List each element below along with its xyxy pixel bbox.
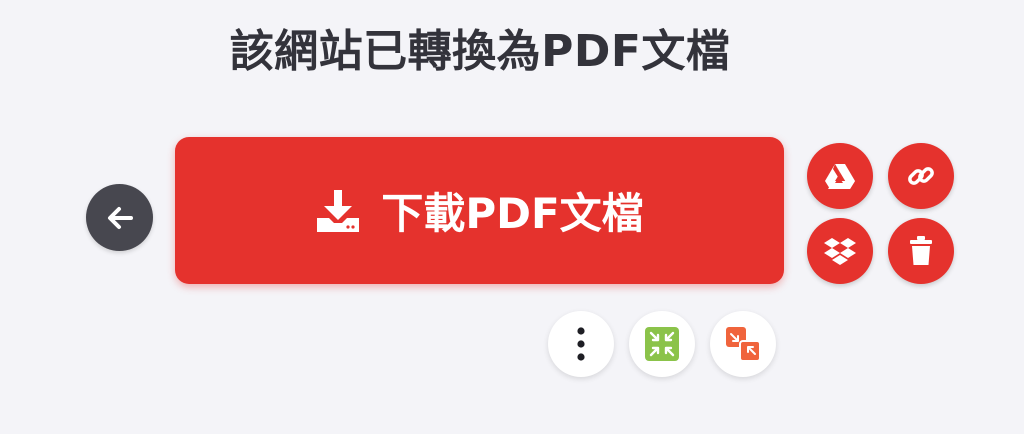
delete-button[interactable] — [888, 218, 954, 284]
download-pdf-label: 下載PDF文檔 — [381, 189, 644, 238]
convert-pdf-icon — [725, 326, 761, 362]
page-title: 該網站已轉換為PDF文檔 — [229, 26, 731, 77]
convert-pdf-button[interactable] — [710, 311, 776, 377]
result-page: 該網站已轉換為PDF文檔 下載PDF文檔 — [0, 0, 1024, 434]
save-to-dropbox-button[interactable] — [807, 218, 873, 284]
dropbox-icon — [824, 236, 856, 266]
more-options-button[interactable] — [548, 311, 614, 377]
trash-icon — [909, 236, 933, 266]
compress-pdf-button[interactable] — [629, 311, 695, 377]
more-vertical-icon — [576, 327, 586, 361]
link-icon — [906, 161, 936, 191]
back-button[interactable] — [86, 184, 153, 251]
copy-link-button[interactable] — [888, 143, 954, 209]
download-icon — [315, 188, 361, 234]
save-to-google-drive-button[interactable] — [807, 143, 873, 209]
compress-pdf-icon — [645, 327, 679, 361]
google-drive-icon — [825, 163, 855, 189]
arrow-left-icon — [105, 203, 135, 233]
download-pdf-button[interactable]: 下載PDF文檔 — [175, 137, 784, 284]
